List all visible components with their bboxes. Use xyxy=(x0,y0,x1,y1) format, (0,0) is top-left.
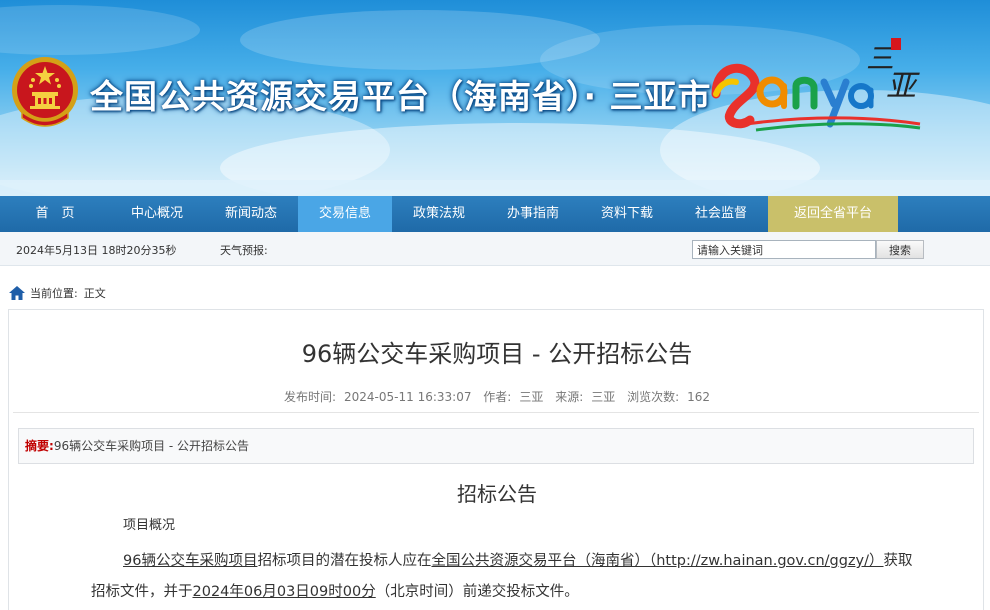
site-banner: 全国公共资源交易平台（海南省）· 三亚市 三 亚 xyxy=(0,0,990,196)
breadcrumb: 当前位置: 正文 xyxy=(8,283,106,303)
deadline-date: 2024年06月03日09时00分 xyxy=(192,584,376,600)
platform-link[interactable]: 全国公共资源交易平台（海南省）（http://zw.hainan.gov.cn/… xyxy=(431,553,883,569)
summary-label: 摘要: xyxy=(25,439,54,453)
breadcrumb-current: 正文 xyxy=(83,287,106,300)
nav-trade-info[interactable]: 交易信息 xyxy=(298,196,392,232)
article-panel: 96辆公交车采购项目 - 公开招标公告 发布时间: 2024-05-11 16:3… xyxy=(8,309,984,610)
source-value: 三亚 xyxy=(591,390,616,404)
publish-time: 2024-05-11 16:33:07 xyxy=(344,390,472,404)
nav-downloads[interactable]: 资料下载 xyxy=(580,196,674,232)
nav-supervision[interactable]: 社会监督 xyxy=(674,196,768,232)
national-emblem-icon xyxy=(12,57,78,127)
nav-center-overview[interactable]: 中心概况 xyxy=(110,196,204,232)
svg-text:亚: 亚 xyxy=(886,69,920,104)
main-nav: 首 页 中心概况 新闻动态 交易信息 政策法规 办事指南 资料下载 社会监督 返… xyxy=(0,196,990,232)
views-label: 浏览次数: xyxy=(627,390,680,404)
source-label: 来源: xyxy=(555,390,584,404)
nav-back-to-province[interactable]: 返回全省平台 xyxy=(768,196,898,232)
sanya-logo: 三 亚 xyxy=(711,38,921,132)
nav-policy[interactable]: 政策法规 xyxy=(392,196,486,232)
para-text-1: 招标项目的潜在投标人应在 xyxy=(257,553,432,569)
article-title: 96辆公交车采购项目 - 公开招标公告 xyxy=(301,340,693,368)
author-label: 作者: xyxy=(483,390,512,404)
nav-filler xyxy=(898,196,990,232)
site-title: 全国公共资源交易平台（海南省）· 三亚市 xyxy=(90,77,712,116)
search-button[interactable]: 搜索 xyxy=(876,240,924,259)
para-text-3: （北京时间）前递交投标文件。 xyxy=(375,584,579,600)
views-count: 162 xyxy=(687,390,711,404)
breadcrumb-label: 当前位置: xyxy=(30,287,78,300)
summary-text: 96辆公交车采购项目 - 公开招标公告 xyxy=(53,439,250,453)
meta-divider xyxy=(13,412,979,413)
section-heading: 招标公告 xyxy=(457,482,537,506)
nav-guide[interactable]: 办事指南 xyxy=(486,196,580,232)
tender-paragraph: 96辆公交车采购项目招标项目的潜在投标人应在全国公共资源交易平台（海南省）（ht… xyxy=(91,546,921,608)
publish-label: 发布时间: xyxy=(283,390,337,404)
home-icon[interactable] xyxy=(8,285,26,301)
nav-news[interactable]: 新闻动态 xyxy=(204,196,298,232)
summary-box: 摘要:96辆公交车采购项目 - 公开招标公告 xyxy=(18,428,974,464)
weather-label: 天气预报: xyxy=(220,244,268,257)
search-input[interactable] xyxy=(692,240,876,259)
nav-home[interactable]: 首 页 xyxy=(0,196,110,232)
overview-heading: 项目概况 xyxy=(123,518,176,533)
current-datetime: 2024年5月13日 18时20分35秒 xyxy=(16,244,177,257)
article-meta: 发布时间: 2024-05-11 16:33:07 作者: 三亚 来源: 三亚 浏览次… xyxy=(9,388,985,405)
project-name-link: 96辆公交车采购项目 xyxy=(123,553,258,569)
author-value: 三亚 xyxy=(519,390,544,404)
